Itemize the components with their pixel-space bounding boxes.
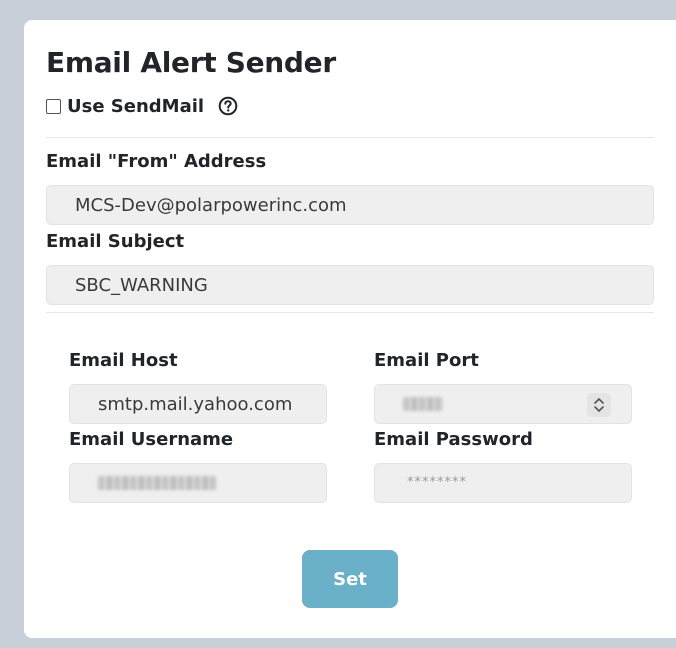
- username-value-redacted: [98, 476, 216, 490]
- password-label: Email Password: [374, 429, 533, 450]
- from-address-label: Email "From" Address: [46, 151, 267, 172]
- use-sendmail-row: Use SendMail: [46, 94, 238, 118]
- up-down-chevron-icon[interactable]: [587, 393, 611, 417]
- divider: [46, 312, 654, 313]
- use-sendmail-label[interactable]: Use SendMail: [67, 96, 204, 117]
- host-input[interactable]: [69, 384, 327, 424]
- set-button[interactable]: Set: [302, 550, 398, 608]
- panel-title: Email Alert Sender: [46, 46, 336, 79]
- password-input[interactable]: ********: [374, 463, 632, 503]
- email-alert-sender-panel: Email Alert Sender Use SendMail Email "F…: [24, 20, 676, 638]
- use-sendmail-checkbox[interactable]: [46, 98, 61, 114]
- subject-label: Email Subject: [46, 231, 185, 252]
- from-address-input[interactable]: [46, 185, 654, 225]
- port-value-redacted: [403, 397, 443, 411]
- divider: [46, 137, 654, 138]
- username-input[interactable]: [69, 463, 327, 503]
- username-label: Email Username: [69, 429, 234, 450]
- host-label: Email Host: [69, 350, 178, 371]
- subject-input[interactable]: [46, 265, 654, 305]
- port-label: Email Port: [374, 350, 479, 371]
- question-circle-icon[interactable]: [218, 96, 238, 116]
- port-input[interactable]: [374, 384, 632, 424]
